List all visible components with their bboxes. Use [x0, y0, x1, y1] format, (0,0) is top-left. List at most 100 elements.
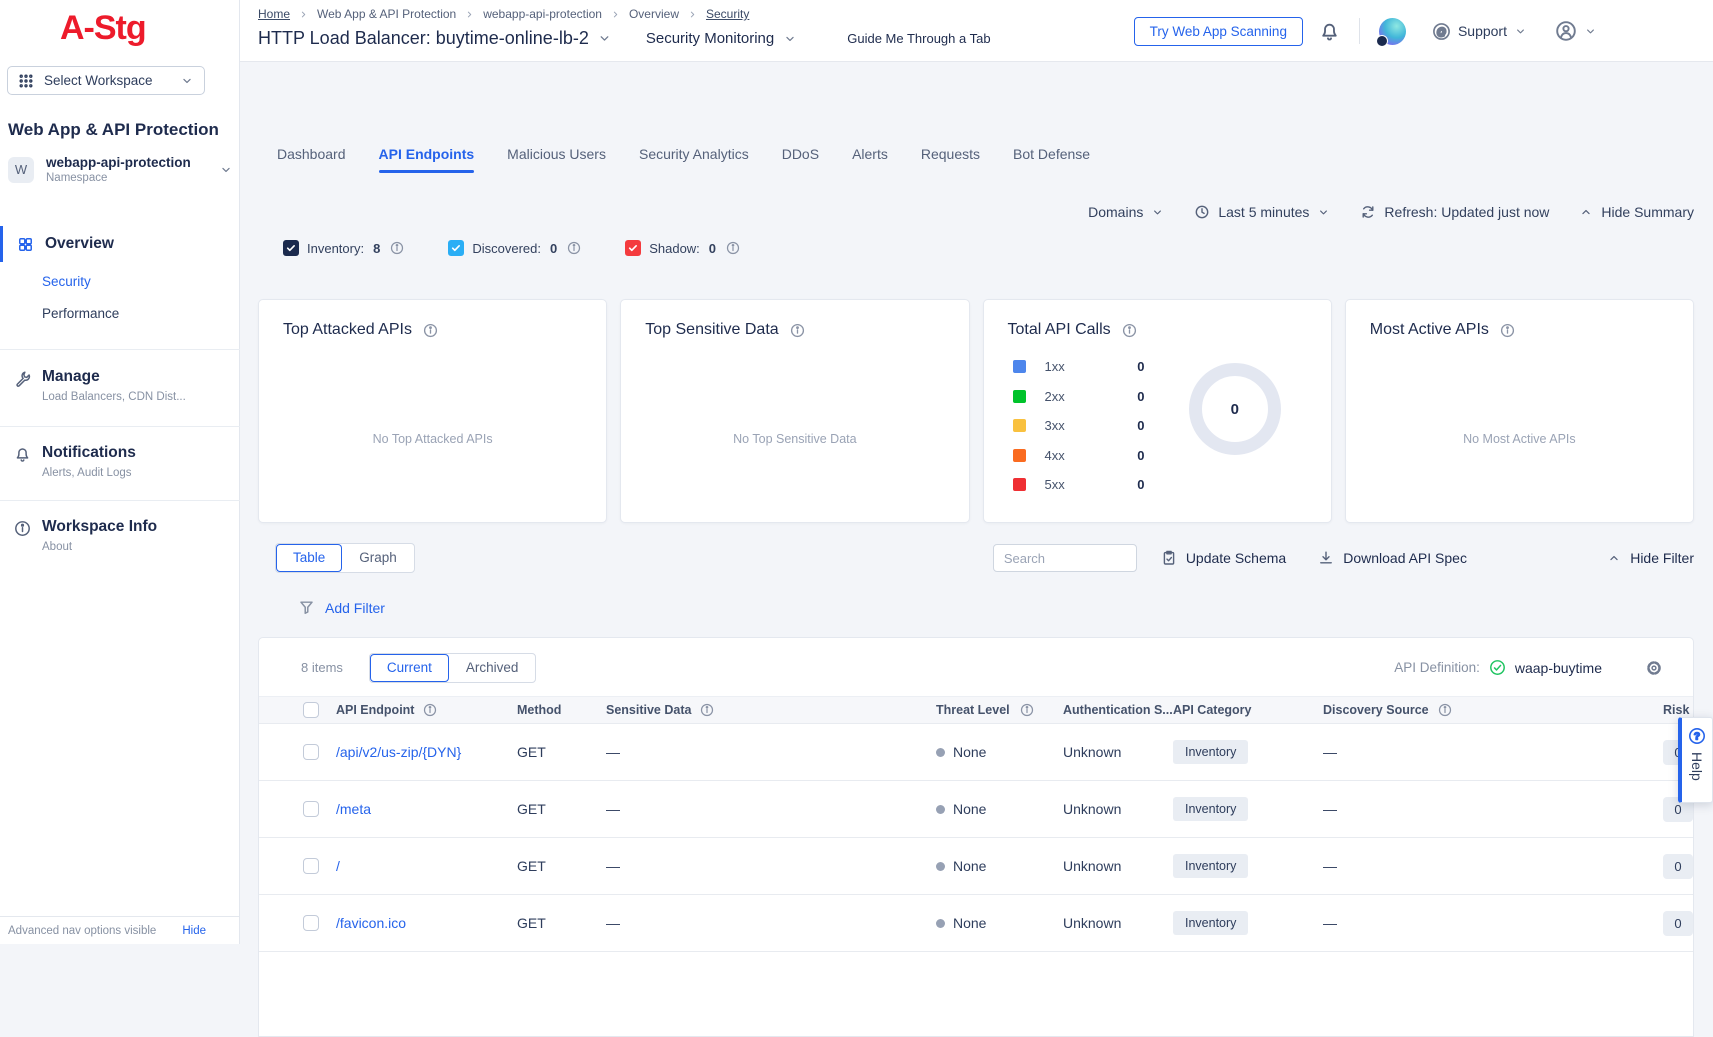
- authentication-value: Unknown: [1063, 858, 1173, 874]
- discovered-checkbox[interactable]: [448, 240, 464, 256]
- tab-dashboard[interactable]: Dashboard: [277, 146, 346, 173]
- method-value: GET: [517, 858, 606, 874]
- row-checkbox[interactable]: [303, 858, 319, 874]
- notifications-bell-icon[interactable]: [1319, 21, 1340, 42]
- chevron-down-icon: [1514, 25, 1527, 38]
- endpoint-link[interactable]: /: [336, 858, 340, 874]
- info-icon[interactable]: [423, 703, 437, 717]
- threat-level-value: None: [936, 858, 1063, 874]
- archived-tab[interactable]: Archived: [449, 654, 536, 682]
- shadow-label: Shadow:: [649, 241, 700, 256]
- search-input[interactable]: [993, 544, 1137, 572]
- total-api-calls-card: Total API Calls 1xx0 2xx0 3xx0 4xx0 5xx0…: [983, 299, 1332, 523]
- api-definition-value[interactable]: waap-buytime: [1515, 660, 1602, 676]
- info-icon[interactable]: [390, 241, 404, 255]
- sidebar-item-notifications[interactable]: Notifications Alerts, Audit Logs: [0, 434, 240, 489]
- chevron-down-icon[interactable]: [597, 31, 612, 46]
- col-method[interactable]: Method: [517, 703, 606, 717]
- user-menu[interactable]: [1555, 20, 1597, 42]
- support-menu[interactable]: Support: [1432, 22, 1527, 41]
- gear-icon[interactable]: [1645, 659, 1663, 677]
- col-sensitive-data[interactable]: Sensitive Data: [606, 703, 691, 717]
- sidebar-item-security[interactable]: Security: [42, 274, 91, 289]
- breadcrumb-item[interactable]: Web App & API Protection: [317, 7, 456, 21]
- info-icon[interactable]: [1438, 703, 1452, 717]
- info-icon[interactable]: [1122, 323, 1137, 338]
- breadcrumb-current[interactable]: Security: [706, 7, 749, 21]
- info-icon[interactable]: [567, 241, 581, 255]
- refresh-button[interactable]: Refresh: Updated just now: [1360, 204, 1549, 220]
- tab-requests[interactable]: Requests: [921, 146, 980, 173]
- namespace-selector[interactable]: W webapp-api-protection Namespace: [8, 155, 233, 184]
- info-icon[interactable]: [726, 241, 740, 255]
- most-active-apis-card: Most Active APIs No Most Active APIs: [1345, 299, 1694, 523]
- current-tab[interactable]: Current: [370, 654, 449, 682]
- info-icon[interactable]: [1500, 323, 1515, 338]
- info-icon[interactable]: [790, 323, 805, 338]
- tab-bot-defense[interactable]: Bot Defense: [1013, 146, 1090, 173]
- view-table-button[interactable]: Table: [276, 544, 342, 572]
- avatar[interactable]: [1379, 18, 1406, 45]
- view-graph-button[interactable]: Graph: [342, 544, 414, 572]
- hide-filter-toggle[interactable]: Hide Filter: [1607, 550, 1694, 566]
- endpoint-link[interactable]: /meta: [336, 801, 371, 817]
- endpoint-link[interactable]: /api/v2/us-zip/{DYN}: [336, 744, 461, 760]
- add-filter-button[interactable]: Add Filter: [298, 599, 385, 616]
- col-api-endpoint[interactable]: API Endpoint: [336, 703, 414, 717]
- hide-nav-options-link[interactable]: Hide: [182, 925, 206, 937]
- sidebar-item-workspace-info[interactable]: Workspace Info About: [0, 508, 240, 563]
- legend-row: 3xx0: [1013, 411, 1145, 441]
- tab-ddos[interactable]: DDoS: [782, 146, 819, 173]
- table-header-bar: 8 items Current Archived API Definition:…: [259, 652, 1693, 683]
- info-icon[interactable]: [423, 323, 438, 338]
- monitoring-mode-select[interactable]: Security Monitoring: [646, 30, 797, 47]
- breadcrumb-item[interactable]: Overview: [629, 7, 679, 21]
- col-api-category[interactable]: API Category: [1173, 703, 1323, 717]
- chevron-right-icon: [610, 9, 621, 20]
- col-risk[interactable]: Risk: [1663, 703, 1694, 717]
- col-threat-level[interactable]: Threat Level: [936, 703, 1010, 717]
- legend-swatch-1xx: [1013, 360, 1026, 373]
- refresh-icon: [1360, 204, 1376, 220]
- sidebar-item-overview[interactable]: Overview: [0, 226, 240, 262]
- current-archived-toggle: Current Archived: [369, 653, 537, 683]
- method-value: GET: [517, 915, 606, 931]
- table-row: /api/v2/us-zip/{DYN} GET — None Unknown …: [259, 724, 1693, 781]
- authentication-value: Unknown: [1063, 801, 1173, 817]
- domains-dropdown[interactable]: Domains: [1088, 204, 1164, 220]
- help-tab[interactable]: Help: [1678, 717, 1713, 803]
- try-web-app-scanning-button[interactable]: Try Web App Scanning: [1134, 17, 1303, 46]
- row-checkbox[interactable]: [303, 801, 319, 817]
- sidebar-footer: Advanced nav options visible Hide: [0, 916, 239, 944]
- inventory-checkbox[interactable]: [283, 240, 299, 256]
- col-discovery-source[interactable]: Discovery Source: [1323, 703, 1429, 717]
- sidebar-item-performance[interactable]: Performance: [42, 306, 119, 321]
- tab-security-analytics[interactable]: Security Analytics: [639, 146, 749, 173]
- sidebar-item-manage[interactable]: Manage Load Balancers, CDN Dist...: [0, 358, 240, 413]
- time-range-dropdown[interactable]: Last 5 minutes: [1194, 204, 1330, 220]
- col-authentication[interactable]: Authentication S...: [1063, 703, 1173, 717]
- row-checkbox[interactable]: [303, 915, 319, 931]
- support-label: Support: [1458, 23, 1507, 39]
- info-icon[interactable]: [1020, 703, 1034, 717]
- tab-alerts[interactable]: Alerts: [852, 146, 888, 173]
- sidebar-item-label: Manage: [42, 368, 186, 386]
- legend-row: 5xx0: [1013, 470, 1145, 500]
- update-schema-button[interactable]: Update Schema: [1161, 550, 1286, 566]
- tab-api-endpoints[interactable]: API Endpoints: [379, 146, 475, 173]
- row-checkbox[interactable]: [303, 744, 319, 760]
- info-icon[interactable]: [700, 703, 714, 717]
- breadcrumb-item[interactable]: webapp-api-protection: [483, 7, 602, 21]
- download-api-spec-button[interactable]: Download API Spec: [1318, 550, 1467, 566]
- view-toggle: Table Graph: [275, 543, 415, 573]
- chevron-down-icon: [1584, 25, 1597, 38]
- breadcrumb-home[interactable]: Home: [258, 7, 290, 21]
- breadcrumb: Home Web App & API Protection webapp-api…: [258, 7, 749, 21]
- workspace-selector[interactable]: Select Workspace: [7, 66, 205, 95]
- tab-malicious-users[interactable]: Malicious Users: [507, 146, 606, 173]
- select-all-checkbox[interactable]: [303, 702, 319, 718]
- shadow-checkbox[interactable]: [625, 240, 641, 256]
- hide-summary-toggle[interactable]: Hide Summary: [1579, 204, 1694, 220]
- endpoint-link[interactable]: /favicon.ico: [336, 915, 406, 931]
- guide-me-link[interactable]: Guide Me Through a Tab: [847, 31, 990, 46]
